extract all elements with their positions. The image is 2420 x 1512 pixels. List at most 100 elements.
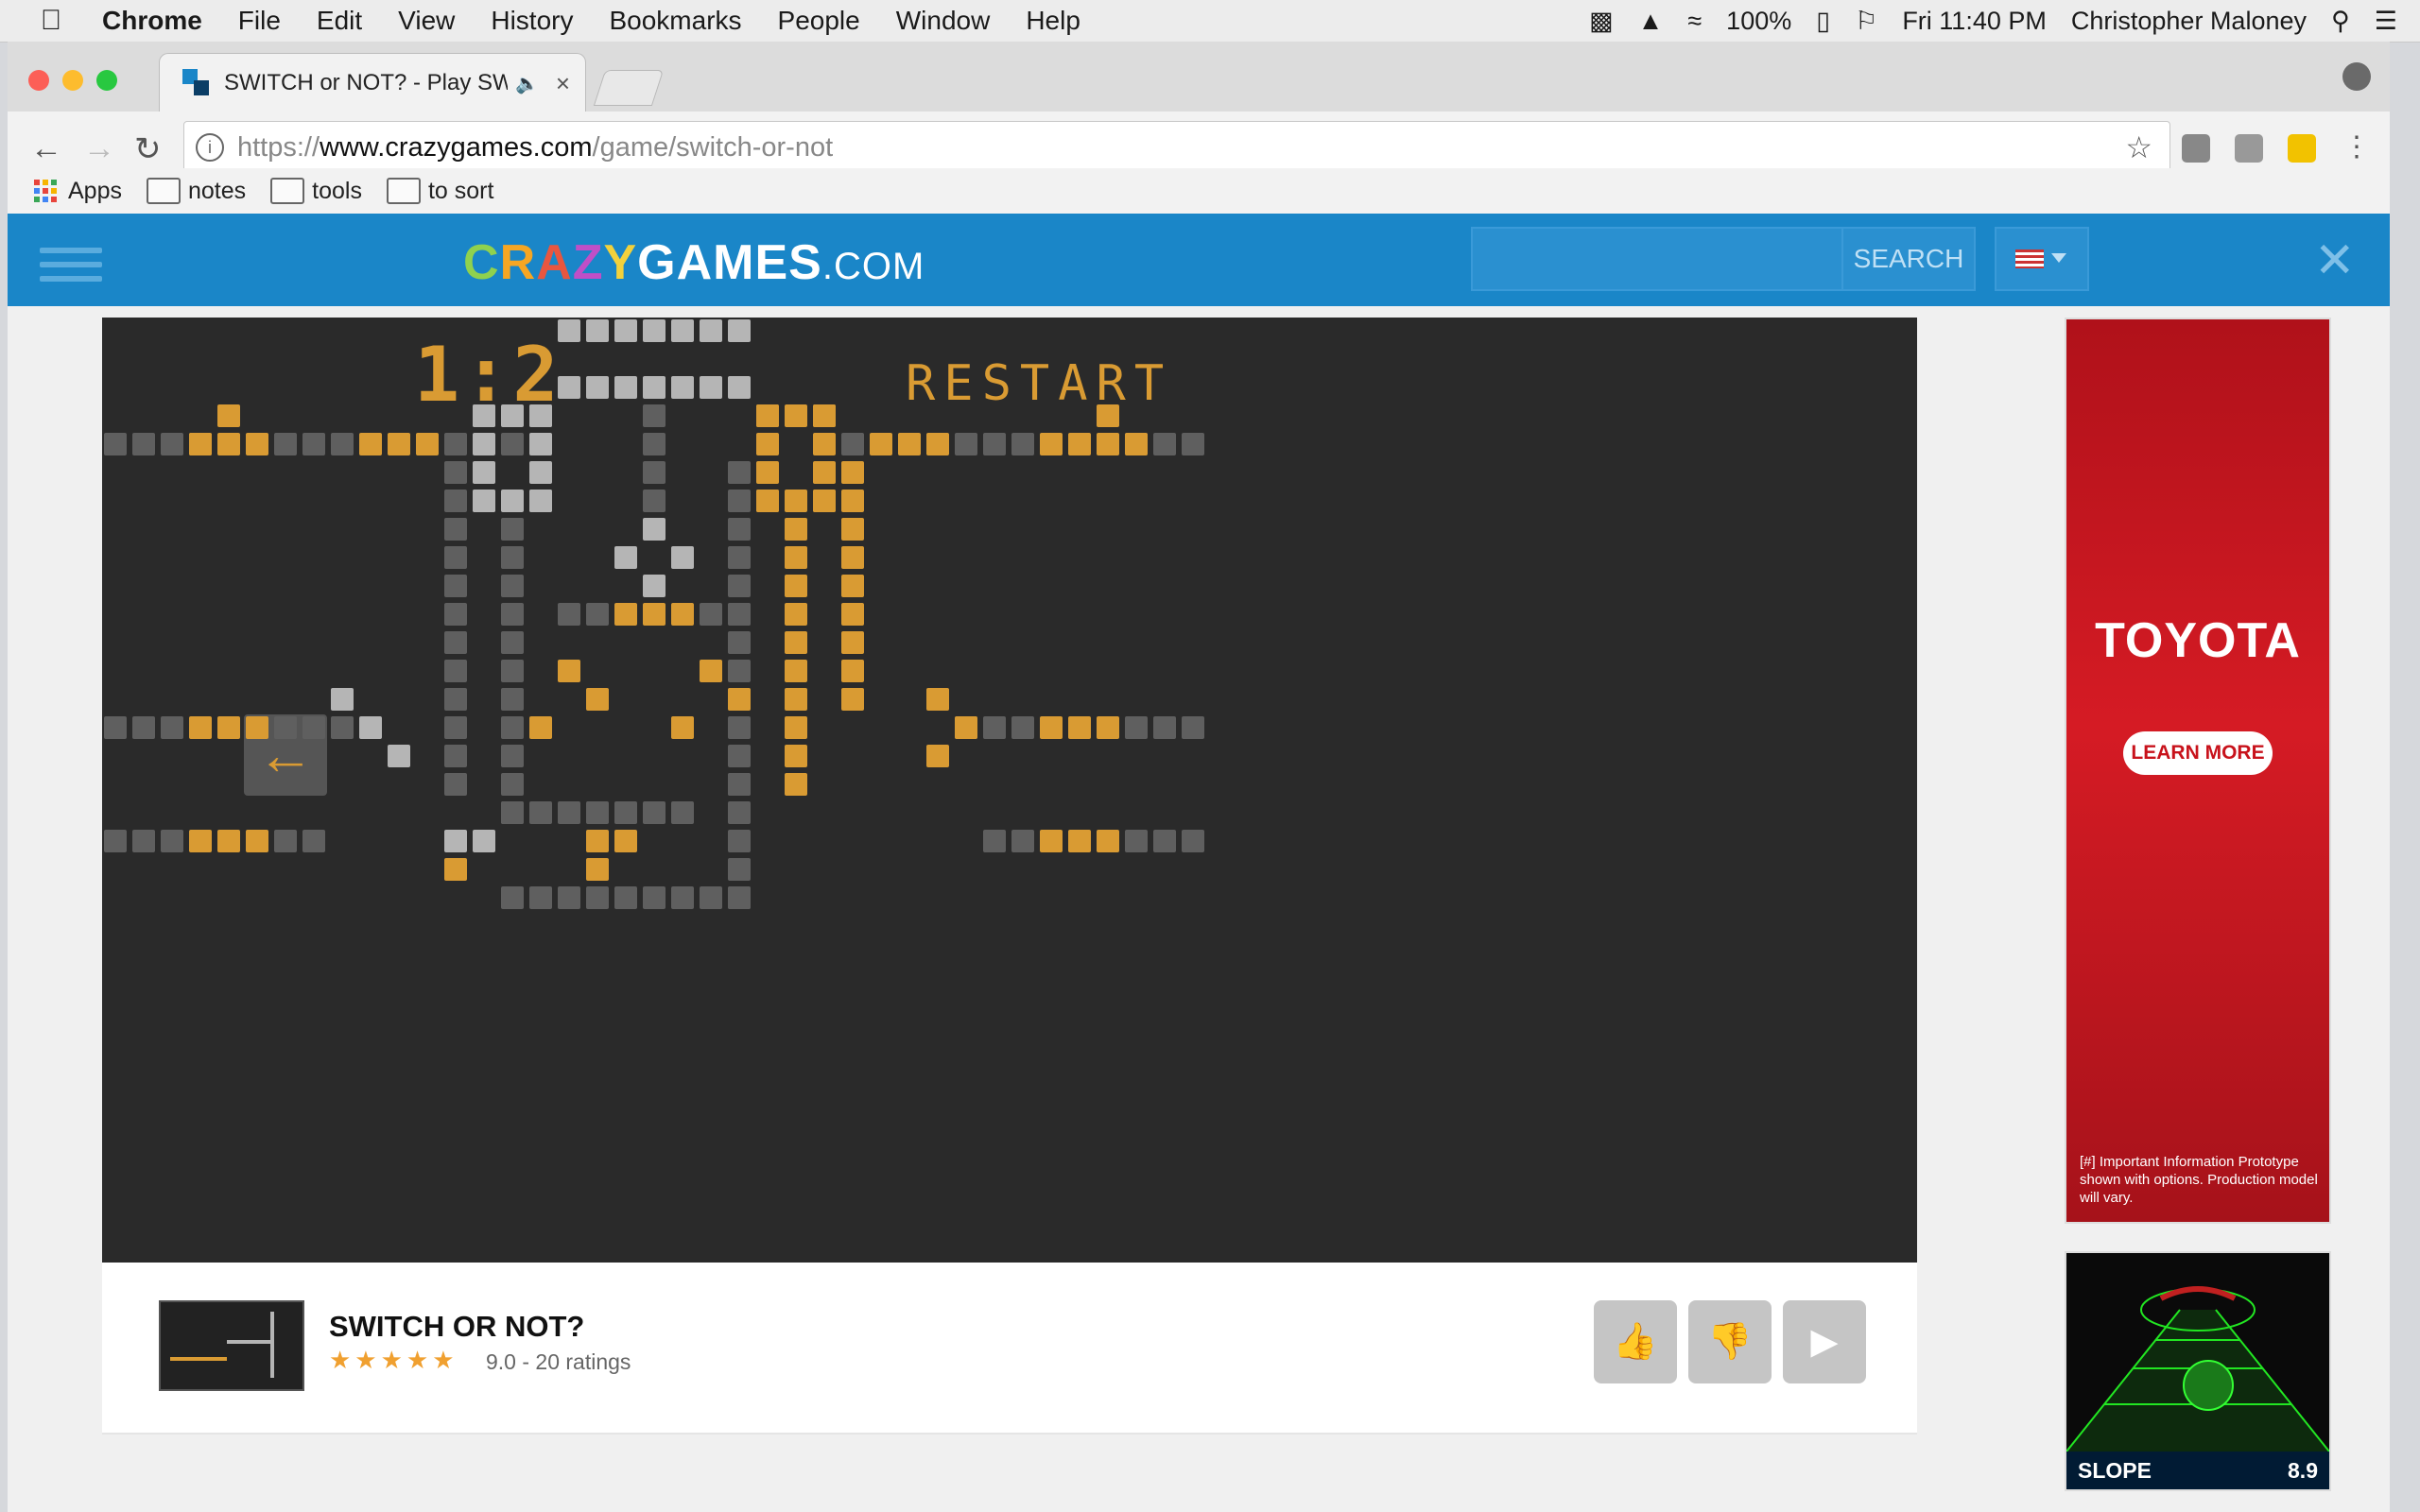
circuit-cell <box>444 745 467 767</box>
circuit-cell <box>444 660 467 682</box>
spotlight-search-icon[interactable]: ⚲ <box>2331 7 2350 36</box>
logo-letter: C <box>463 235 500 290</box>
rating-stars: ★★★★★ <box>329 1346 458 1374</box>
circuit-cell <box>444 858 467 881</box>
menu-people[interactable]: People <box>778 6 860 36</box>
circuit-cell <box>671 546 694 569</box>
logo-letter: Y <box>603 235 638 290</box>
bookmark-star-icon[interactable]: ☆ <box>2125 129 2152 165</box>
wifi-icon[interactable]: ≈ <box>1687 7 1702 36</box>
browser-tab-active[interactable]: SWITCH or NOT? - Play SWI 🔈 × <box>159 53 586 112</box>
circuit-cell <box>728 575 751 597</box>
circuit-cell <box>643 404 666 427</box>
chrome-menu-icon[interactable]: ⋮ <box>2342 130 2371 163</box>
language-selector[interactable] <box>1995 227 2089 291</box>
game-thumbnail[interactable] <box>159 1300 304 1391</box>
vpn-icon[interactable]: ▩ <box>1589 7 1614 36</box>
circuit-cell <box>841 603 864 626</box>
bookmark-apps[interactable]: Apps <box>8 178 122 205</box>
hamburger-menu-icon[interactable] <box>40 248 102 290</box>
circuit-cell <box>217 404 240 427</box>
back-arrow-icon[interactable]: ← <box>30 130 62 167</box>
close-window-button[interactable] <box>28 70 49 91</box>
zoom-window-button[interactable] <box>96 70 117 91</box>
menu-help[interactable]: Help <box>1026 6 1080 36</box>
battery-icon[interactable]: ▯ <box>1816 7 1830 36</box>
reload-icon[interactable]: ↻ <box>134 130 162 168</box>
circuit-cell <box>501 801 524 824</box>
play-circle-button[interactable]: ▶ <box>1783 1300 1866 1383</box>
circuit-cell <box>728 631 751 654</box>
menu-bookmarks[interactable]: Bookmarks <box>609 6 741 36</box>
circuit-cell <box>785 575 807 597</box>
camera-extension-icon[interactable] <box>2235 134 2263 163</box>
circuit-cell <box>473 490 495 512</box>
apple-icon[interactable]:  <box>0 5 102 37</box>
user-name[interactable]: Christopher Maloney <box>2071 7 2307 36</box>
circuit-cell <box>501 603 524 626</box>
toyota-advertisement[interactable]: TOYOTA LEARN MORE [#] Important Informat… <box>2065 318 2331 1224</box>
menu-chrome[interactable]: Chrome <box>102 6 202 36</box>
us-flag-icon <box>2015 249 2044 268</box>
new-tab-button[interactable] <box>593 70 665 106</box>
bookmark-folder-notes[interactable]: notes <box>146 178 246 205</box>
extension-notes-icon[interactable] <box>2182 134 2210 163</box>
circuit-cell <box>1125 830 1148 852</box>
forward-arrow-icon[interactable]: → <box>83 130 115 167</box>
game-2048-extension-icon[interactable] <box>2288 134 2316 163</box>
learn-more-button[interactable]: LEARN MORE <box>2123 731 2273 775</box>
circuit-cell <box>246 716 268 739</box>
site-info-icon[interactable]: i <box>196 133 224 162</box>
audio-playing-icon[interactable]: 🔈 <box>515 72 539 95</box>
menu-window[interactable]: Window <box>896 6 991 36</box>
menu-view[interactable]: View <box>398 6 455 36</box>
circuit-cell <box>586 830 609 852</box>
page-content: CRAZYGAMES.COM SEARCH ✕ 1:2 RESTART ← SW… <box>8 214 2390 1512</box>
url-path: /game/switch-or-not <box>592 131 834 163</box>
minimize-window-button[interactable] <box>62 70 83 91</box>
circuit-cell <box>756 433 779 455</box>
clock[interactable]: Fri 11:40 PM <box>1902 7 2047 36</box>
address-bar[interactable]: i https://www.crazygames.com/game/switch… <box>183 121 2170 174</box>
game-card-slope[interactable]: SLOPE 8.9 <box>2065 1251 2331 1491</box>
circuit-cell <box>614 801 637 824</box>
notification-center-icon[interactable]: ☰ <box>2375 7 2397 36</box>
search-button[interactable]: SEARCH <box>1841 229 1974 289</box>
game-canvas[interactable]: 1:2 RESTART ← <box>102 318 1917 1263</box>
game-card-name: SLOPE <box>2078 1458 2152 1483</box>
close-icon[interactable]: ✕ <box>2314 232 2356 289</box>
menu-file[interactable]: File <box>238 6 281 36</box>
circuit-cell <box>756 461 779 484</box>
circuit-cell <box>558 660 580 682</box>
bookmark-folder-tools[interactable]: tools <box>270 178 362 205</box>
bookmark-folder-to-sort[interactable]: to sort <box>386 178 493 205</box>
circuit-cell <box>785 660 807 682</box>
thumbs-down-button[interactable]: 👎 <box>1688 1300 1772 1383</box>
circuit-cell <box>444 518 467 541</box>
circuit-cell <box>643 603 666 626</box>
site-search-input[interactable]: SEARCH <box>1471 227 1976 291</box>
circuit-cell <box>331 716 354 739</box>
circuit-cell <box>841 461 864 484</box>
circuit-cell <box>444 830 467 852</box>
circuit-cell <box>614 603 637 626</box>
flag-icon[interactable]: ⚐ <box>1855 7 1877 36</box>
battery-percent[interactable]: 100% <box>1726 7 1791 36</box>
game-info-bar: SWITCH OR NOT? ★★★★★ 9.0 - 20 ratings 👍 … <box>102 1263 1917 1435</box>
circuit-cell <box>643 319 666 342</box>
restart-button[interactable]: RESTART <box>906 355 1164 412</box>
menu-history[interactable]: History <box>491 6 573 36</box>
menu-edit[interactable]: Edit <box>317 6 362 36</box>
circuit-cell <box>614 546 637 569</box>
crazygames-logo[interactable]: CRAZYGAMES.COM <box>463 234 925 291</box>
extension-icon[interactable]: ▲ <box>1638 7 1664 36</box>
circuit-cell <box>643 801 666 824</box>
game-card-label: SLOPE 8.9 <box>2066 1452 2329 1489</box>
close-tab-icon[interactable]: × <box>556 69 570 98</box>
circuit-cell <box>728 688 751 711</box>
thumbs-up-button[interactable]: 👍 <box>1594 1300 1677 1383</box>
profile-icon[interactable] <box>2342 62 2371 91</box>
circuit-cell <box>671 886 694 909</box>
circuit-cell <box>728 773 751 796</box>
circuit-cell <box>785 546 807 569</box>
